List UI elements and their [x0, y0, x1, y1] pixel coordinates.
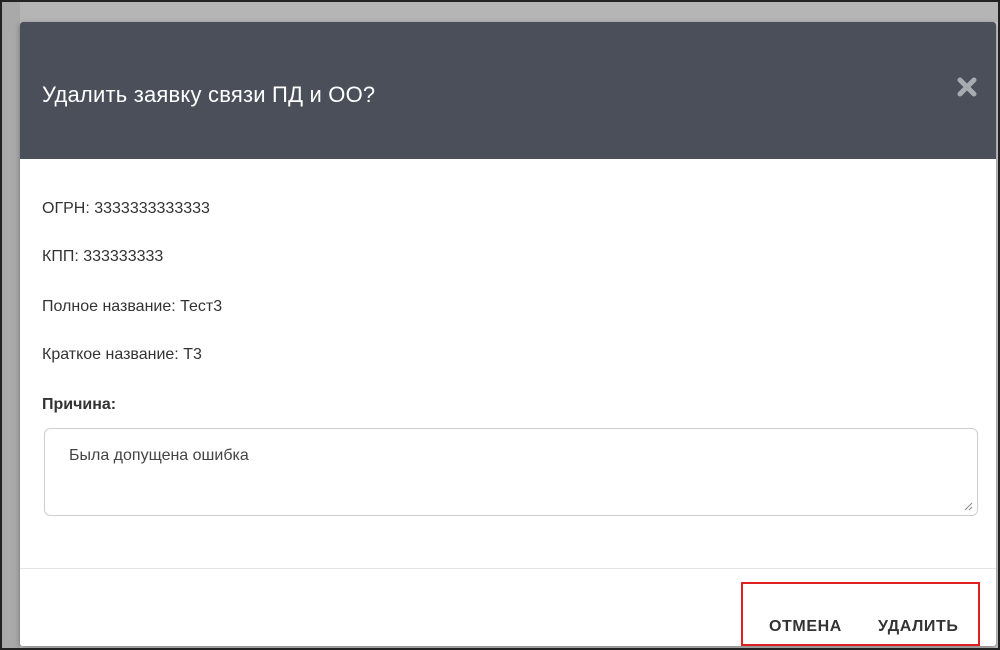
kpp-text: КПП: 333333333	[42, 248, 164, 265]
delete-button[interactable]: УДАЛИТЬ	[878, 618, 959, 636]
reason-textarea[interactable]: Была допущена ошибка	[44, 428, 978, 516]
cancel-button[interactable]: ОТМЕНА	[769, 618, 842, 636]
backdrop-overlay-left	[2, 2, 20, 648]
ogrn-text: ОГРН: 3333333333333	[42, 200, 210, 217]
dialog-title: Удалить заявку связи ПД и ОО?	[42, 82, 376, 107]
full-name-text: Полное название: Тест3	[42, 298, 223, 315]
backdrop-overlay	[2, 2, 998, 22]
reason-label: Причина:	[42, 396, 117, 413]
close-icon	[957, 77, 977, 97]
close-button[interactable]	[952, 72, 982, 102]
short-name-text: Краткое название: Т3	[42, 346, 202, 363]
dialog-header: Удалить заявку связи ПД и ОО?	[20, 22, 996, 159]
resize-grip-icon[interactable]	[963, 501, 973, 511]
delete-request-dialog: Удалить заявку связи ПД и ОО? ОГРН: 3333…	[20, 22, 996, 646]
actions-highlight-frame	[741, 582, 980, 646]
footer-divider	[20, 568, 996, 569]
screen: Удалить заявку связи ПД и ОО? ОГРН: 3333…	[0, 0, 1000, 650]
reason-textarea-value: Была допущена ошибка	[69, 447, 249, 464]
